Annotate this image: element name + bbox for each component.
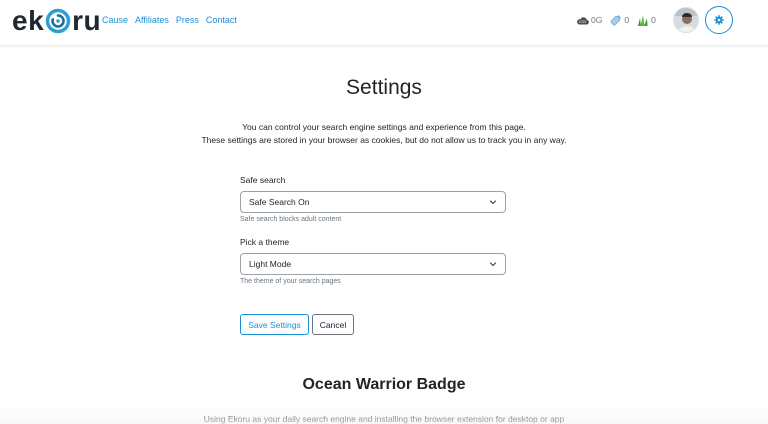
theme-label: Pick a theme [240,237,290,247]
nav-link-press[interactable]: Press [176,15,199,25]
bottle-icon [611,15,622,26]
stat-bottles-value: 0 [624,15,630,25]
gear-icon [714,15,724,25]
safe-search-select[interactable]: Safe Search On [240,191,506,213]
user-photo [674,8,698,32]
theme-select[interactable]: Light Mode [240,253,506,275]
main-nav: Cause Affiliates Press Contact [102,15,237,25]
impact-stats: CO2 0G 0 0 [576,14,656,26]
ekoru-logo[interactable]: ek ru [12,7,101,35]
settings-description-line-2: These settings are stored in your browse… [201,135,567,145]
cloud-icon: CO2 [577,16,589,25]
cancel-button[interactable]: Cancel [312,314,354,335]
logo-text-left: ek [12,5,45,36]
stat-bottles[interactable]: 0 [610,14,629,26]
ocean-warrior-badge-title: Ocean Warrior Badge [302,376,466,393]
stat-co2-value: 0G [591,15,603,25]
user-avatar[interactable] [673,7,699,33]
save-settings-button[interactable]: Save Settings [240,314,309,335]
stat-co2[interactable]: CO2 0G [576,15,602,25]
logo-text-right: ru [72,5,102,36]
chevron-down-icon [489,200,497,205]
settings-gear-button[interactable] [705,6,733,34]
safe-search-selected-value: Safe Search On [249,197,310,207]
svg-text:CO2: CO2 [579,20,586,24]
theme-selected-value: Light Mode [249,259,292,269]
page-title: Settings [346,76,422,99]
top-navbar: ek ru Cause Affiliates Press Contact CO2… [0,0,768,46]
nav-link-cause[interactable]: Cause [102,15,128,25]
safe-search-help: Safe search blocks adult content [240,216,342,223]
swirl-o-icon [45,8,71,34]
grass-icon [638,15,648,26]
settings-description-line-1: You can control your search engine setti… [242,122,526,132]
nav-link-affiliates[interactable]: Affiliates [135,15,169,25]
ocean-warrior-badge-text: Using Ekoru as your daily search engine … [203,414,565,424]
stat-seagrass[interactable]: 0 [637,15,656,26]
stat-seagrass-value: 0 [651,15,656,25]
nav-link-contact[interactable]: Contact [206,15,237,25]
chevron-down-icon [489,262,497,267]
theme-help: The theme of your search pages [240,278,341,285]
safe-search-label: Safe search [240,175,286,185]
